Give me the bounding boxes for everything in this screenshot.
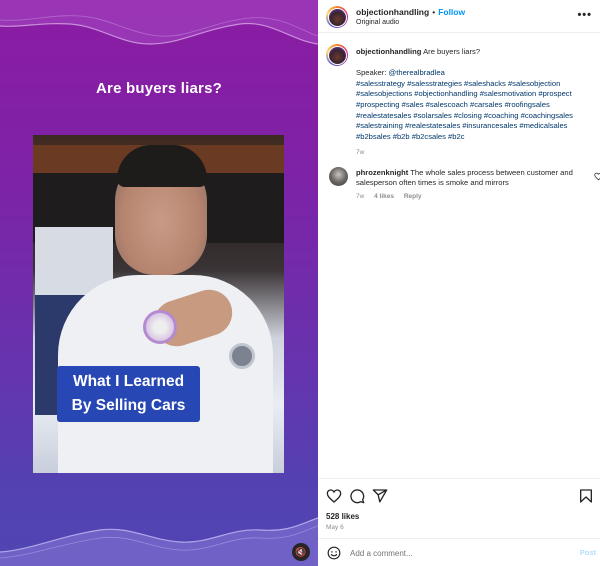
video-caption-line1: What I Learned (72, 373, 185, 390)
separator-dot: • (432, 7, 436, 17)
comment-input[interactable] (350, 546, 560, 560)
post-comment-button[interactable]: Post (580, 548, 596, 557)
emoji-icon[interactable] (327, 546, 341, 560)
post-header: objectionhandling • Follow Original audio … (318, 0, 600, 33)
post-date[interactable]: May 6 (326, 524, 344, 531)
author-username[interactable]: objectionhandling (356, 7, 429, 17)
more-options-icon[interactable]: ••• (577, 9, 592, 21)
video-frame (33, 135, 284, 473)
commenter-avatar[interactable] (329, 167, 348, 186)
comment-reply-button[interactable]: Reply (404, 193, 422, 200)
watermark-logo-icon (143, 310, 177, 344)
caption-text: Are buyers liars? (423, 47, 481, 56)
hashtag-line[interactable]: #b2bsales #b2b #b2csales #b2c (356, 132, 596, 143)
bookmark-icon[interactable] (578, 488, 594, 504)
caption-author-avatar[interactable] (326, 44, 348, 66)
reel-title-text: Are buyers liars? (96, 80, 222, 97)
author-avatar[interactable] (326, 6, 348, 28)
comment-timestamp[interactable]: 7w (356, 193, 364, 200)
original-audio-link[interactable]: Original audio (356, 19, 399, 26)
share-icon[interactable] (372, 488, 388, 504)
author-line: objectionhandling • Follow (356, 7, 465, 17)
hashtag-line[interactable]: #salestraining #realestatesales #insuran… (356, 121, 596, 132)
comment-icon[interactable] (349, 488, 365, 504)
speaker-mention-link[interactable]: @therealbradlea (389, 68, 445, 77)
comment-body: phrozenknight The whole sales process be… (356, 168, 588, 188)
add-comment-bar: Post (318, 538, 600, 566)
hashtag-line[interactable]: #salesstrategy #salesstrategies #salesha… (356, 79, 596, 90)
video-caption-line2: By Selling Cars (71, 397, 186, 414)
caption-username[interactable]: objectionhandling (356, 47, 421, 56)
top-wave-decoration (0, 0, 318, 45)
mute-button[interactable]: 🔇 (292, 543, 310, 561)
follow-button[interactable]: Follow (438, 7, 465, 17)
caption-timestamp[interactable]: 7w (356, 148, 596, 159)
hashtag-line[interactable]: #realestatesales #solarsales #closing #c… (356, 111, 596, 122)
video-caption-box: What I Learned By Selling Cars (57, 366, 200, 422)
caption-body: objectionhandling Are buyers liars? Spea… (356, 47, 596, 159)
comment-like-heart-icon[interactable] (594, 172, 600, 181)
comment-meta: 7w 4 likes Reply (356, 193, 430, 200)
commenter-username[interactable]: phrozenknight (356, 168, 408, 177)
bottom-wave-decoration (0, 517, 318, 566)
hashtag-line[interactable]: #prospecting #sales #salescoach #carsale… (356, 100, 596, 111)
heart-icon[interactable] (326, 488, 342, 504)
video-person-hair (117, 145, 207, 187)
hashtag-line[interactable]: #salesobjections #objectionhandling #sal… (356, 89, 596, 100)
speaker-label: Speaker: (356, 68, 387, 78)
video-watch (229, 343, 255, 369)
post-side-panel: objectionhandling • Follow Original audio … (318, 0, 600, 566)
likes-count[interactable]: 528 likes (326, 512, 359, 521)
comment-likes[interactable]: 4 likes (374, 193, 394, 200)
reel-media-panel[interactable]: Are buyers liars? What I Learned By Sell… (0, 0, 318, 566)
speaker-muted-icon: 🔇 (295, 547, 307, 557)
post-actions: 528 likes May 6 (318, 478, 600, 536)
